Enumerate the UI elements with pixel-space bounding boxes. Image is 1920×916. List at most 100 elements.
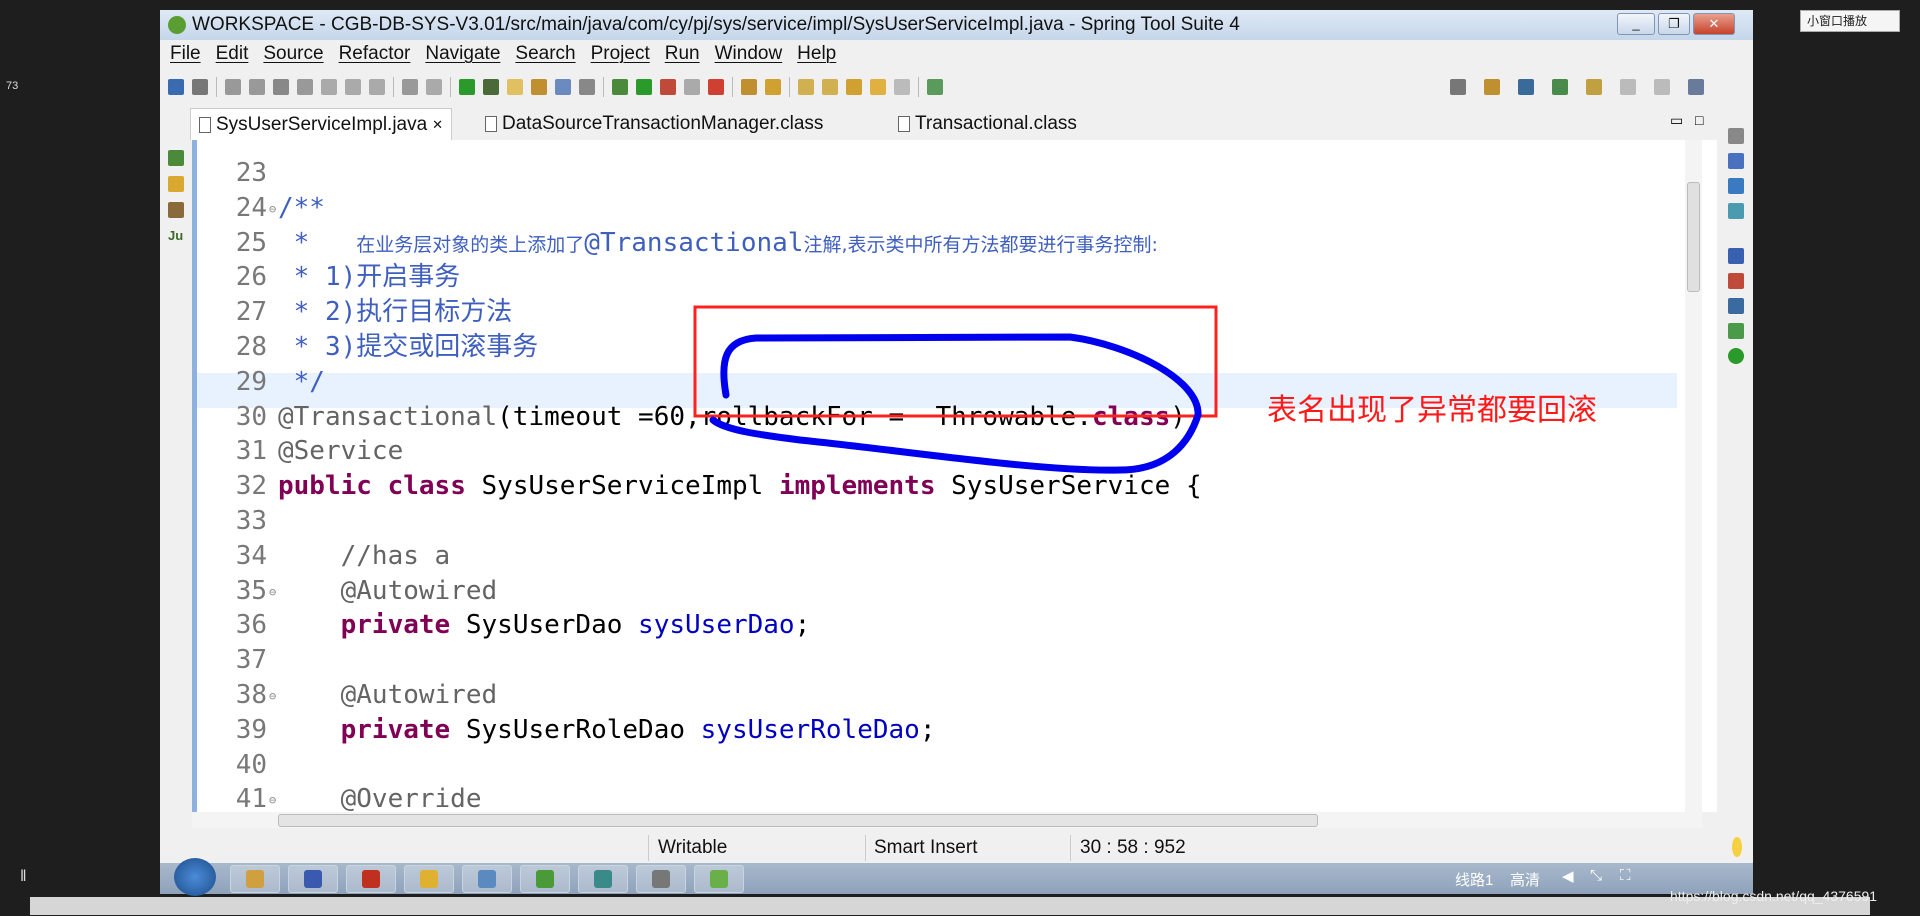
small-window-button[interactable]: 小窗口播放 bbox=[1800, 10, 1900, 32]
menu-refactor[interactable]: Refactor bbox=[339, 43, 411, 65]
toolbar-tool-icon[interactable] bbox=[225, 79, 241, 95]
taskbar-app-button[interactable] bbox=[520, 865, 570, 893]
pause-icon[interactable]: ‖ bbox=[20, 868, 27, 886]
fold-toggle-icon[interactable]: ⊖ bbox=[269, 575, 276, 610]
toolbar-tool-icon[interactable] bbox=[894, 79, 910, 95]
restore-button[interactable]: ❐ bbox=[1658, 13, 1690, 35]
code-text: * 3)提交或回滚事务 bbox=[278, 330, 539, 365]
toolbar-tool-icon[interactable] bbox=[927, 79, 943, 95]
taskbar-app-button[interactable] bbox=[578, 865, 628, 893]
tab-transactional[interactable]: Transactional.class bbox=[898, 108, 1077, 140]
code-token: sysUserDao bbox=[638, 610, 795, 641]
toolbar-tool-icon[interactable] bbox=[273, 79, 289, 95]
taskbar-app-button[interactable] bbox=[404, 865, 454, 893]
fold-toggle-icon[interactable]: ⊖ bbox=[269, 679, 276, 714]
package-explorer-icon[interactable] bbox=[168, 176, 184, 192]
toolbar-tool-icon[interactable] bbox=[636, 79, 652, 95]
fullscreen-icon[interactable]: ⛶ bbox=[1620, 867, 1631, 884]
javadoc-icon[interactable] bbox=[1728, 298, 1744, 314]
perspective-icon[interactable] bbox=[1654, 79, 1670, 95]
toolbar-tool-icon[interactable] bbox=[249, 79, 265, 95]
horizontal-scroll-thumb[interactable] bbox=[278, 814, 1318, 827]
page-horizontal-scrollbar[interactable] bbox=[30, 897, 1870, 915]
menu-search[interactable]: Search bbox=[515, 43, 575, 65]
toolbar-tool-icon[interactable] bbox=[555, 79, 571, 95]
menu-edit[interactable]: Edit bbox=[216, 43, 249, 65]
lightbulb-icon[interactable] bbox=[1732, 837, 1742, 857]
toolbar-tool-icon[interactable] bbox=[297, 79, 313, 95]
tab-datasourcetransactionmanager[interactable]: DataSourceTransactionManager.class bbox=[485, 108, 823, 140]
menu-help[interactable]: Help bbox=[797, 43, 836, 65]
toolbar-tool-icon[interactable] bbox=[402, 79, 418, 95]
taskbar-app-button[interactable] bbox=[636, 865, 686, 893]
close-tab-icon[interactable]: ✕ bbox=[432, 117, 443, 133]
toolbar-tool-icon[interactable] bbox=[168, 79, 184, 95]
code-editor[interactable]: 23 24 ⊖/** 25 * 在业务层对象的类上添加了@Transactional注… bbox=[192, 140, 1717, 812]
toolbar-tool-icon[interactable] bbox=[612, 79, 628, 95]
expressions-icon[interactable] bbox=[1728, 203, 1744, 219]
toolbar-tool-icon[interactable] bbox=[870, 79, 886, 95]
hierarchy-icon[interactable] bbox=[168, 202, 184, 218]
perspective-icon[interactable] bbox=[1688, 79, 1704, 95]
console-icon[interactable] bbox=[1728, 248, 1744, 264]
outline-icon[interactable] bbox=[1728, 128, 1744, 144]
toolbar-tool-icon[interactable] bbox=[684, 79, 700, 95]
minimize-view-icon[interactable]: ▭ bbox=[1670, 112, 1683, 129]
menu-navigate[interactable]: Navigate bbox=[425, 43, 500, 65]
minimize-button[interactable]: _ bbox=[1617, 13, 1655, 35]
quality-selector[interactable]: 高清 bbox=[1510, 869, 1540, 890]
toolbar-tool-icon[interactable] bbox=[741, 79, 757, 95]
perspective-icon[interactable] bbox=[1518, 79, 1534, 95]
toolbar-tool-icon[interactable] bbox=[822, 79, 838, 95]
toolbar-tool-icon[interactable] bbox=[459, 79, 475, 95]
breakpoints-icon[interactable] bbox=[1728, 178, 1744, 194]
toolbar-tool-icon[interactable] bbox=[192, 79, 208, 95]
debug-icon[interactable] bbox=[168, 150, 184, 166]
toolbar-tool-icon[interactable] bbox=[660, 79, 676, 95]
toolbar-tool-icon[interactable] bbox=[321, 79, 337, 95]
menu-project[interactable]: Project bbox=[591, 43, 650, 65]
boot-dashboard-icon[interactable] bbox=[1728, 348, 1744, 364]
junit-icon[interactable]: Ju bbox=[168, 228, 184, 244]
toolbar-tool-icon[interactable] bbox=[708, 79, 724, 95]
menu-file[interactable]: File bbox=[170, 43, 201, 65]
line-selector[interactable]: 线路1 bbox=[1455, 869, 1493, 890]
toolbar-tool-icon[interactable] bbox=[426, 79, 442, 95]
maximize-view-icon[interactable]: □ bbox=[1695, 112, 1703, 128]
mini-window-icon[interactable]: ⤡ bbox=[1590, 867, 1602, 884]
search-icon[interactable] bbox=[1450, 79, 1466, 95]
toolbar-tool-icon[interactable] bbox=[798, 79, 814, 95]
toolbar-tool-icon[interactable] bbox=[846, 79, 862, 95]
progress-icon[interactable] bbox=[1728, 323, 1744, 339]
perspective-icon[interactable] bbox=[1484, 79, 1500, 95]
taskbar-app-button[interactable] bbox=[346, 865, 396, 893]
perspective-icon[interactable] bbox=[1620, 79, 1636, 95]
problems-icon[interactable] bbox=[1728, 273, 1744, 289]
volume-icon[interactable]: ◀ bbox=[1562, 867, 1574, 885]
vertical-scroll-thumb[interactable] bbox=[1687, 182, 1700, 292]
taskbar-app-button[interactable] bbox=[462, 865, 512, 893]
toolbar-tool-icon[interactable] bbox=[483, 79, 499, 95]
fold-toggle-icon[interactable]: ⊖ bbox=[269, 192, 276, 227]
toolbar-tool-icon[interactable] bbox=[507, 79, 523, 95]
taskbar-app-button[interactable] bbox=[694, 865, 744, 893]
perspective-icon[interactable] bbox=[1552, 79, 1568, 95]
menu-window[interactable]: Window bbox=[715, 43, 783, 65]
perspective-icon[interactable] bbox=[1586, 79, 1602, 95]
toolbar-tool-icon[interactable] bbox=[531, 79, 547, 95]
toolbar-tool-icon[interactable] bbox=[579, 79, 595, 95]
taskbar-app-button[interactable] bbox=[288, 865, 338, 893]
menu-source[interactable]: Source bbox=[263, 43, 323, 65]
variables-icon[interactable] bbox=[1728, 153, 1744, 169]
toolbar-tool-icon[interactable] bbox=[345, 79, 361, 95]
fold-toggle-icon[interactable]: ⊖ bbox=[269, 783, 276, 812]
start-button[interactable] bbox=[174, 858, 216, 896]
tab-sysuserserviceimpl[interactable]: SysUserServiceImpl.java ✕ bbox=[190, 108, 453, 140]
toolbar-tool-icon[interactable] bbox=[765, 79, 781, 95]
taskbar-app-button[interactable] bbox=[230, 865, 280, 893]
close-button[interactable]: ✕ bbox=[1693, 13, 1735, 35]
toolbar-tool-icon[interactable] bbox=[369, 79, 385, 95]
menu-run[interactable]: Run bbox=[665, 43, 700, 65]
code-token: ; bbox=[794, 610, 811, 641]
line-number: 24 bbox=[235, 192, 267, 223]
